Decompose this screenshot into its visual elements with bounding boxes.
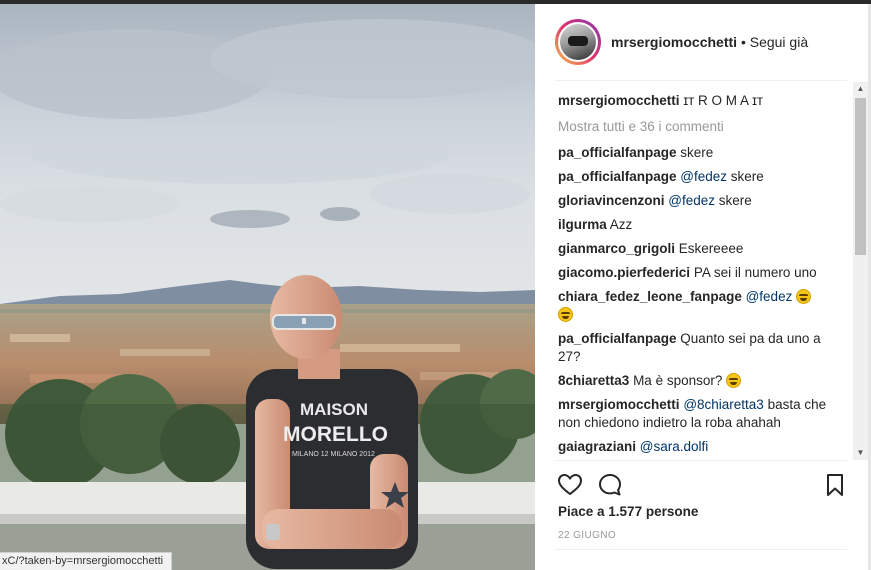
caption-text: ɪᴛ R O M A ɪᴛ: [683, 93, 764, 108]
comment-text: Ma è sponsor?: [633, 373, 723, 388]
comment-username[interactable]: pa_officialfanpage: [558, 145, 677, 160]
comment-username[interactable]: 8chiaretta3: [558, 373, 629, 388]
header-username[interactable]: mrsergiomocchetti: [611, 34, 737, 50]
comment-mention[interactable]: @8chiaretta3: [683, 397, 764, 412]
comment-row: gloriavincenzoni @fedez skere: [558, 192, 840, 210]
comment-bubble-icon[interactable]: [597, 472, 623, 498]
comment-text: skere: [730, 169, 764, 184]
comment-username[interactable]: gaiagraziani: [558, 439, 636, 454]
post-photo[interactable]: MAISON MORELLO MILANO 12 MILANO 2012: [0, 4, 535, 570]
comment-username[interactable]: gloriavincenzoni: [558, 193, 665, 208]
comment-row: ilgurma Azz: [558, 216, 840, 234]
load-more-comments-link[interactable]: Mostra tutti e 36 i commenti: [558, 118, 840, 136]
header-divider: [555, 80, 847, 81]
comment-username[interactable]: gianmarco_grigoli: [558, 241, 675, 256]
header-text: mrsergiomocchetti • Segui già: [611, 34, 808, 50]
comment-username[interactable]: ilgurma: [558, 217, 607, 232]
comment-username[interactable]: chiara_fedez_leone_fanpage: [558, 289, 742, 304]
caption: mrsergiomocchetti ɪᴛ R O M A ɪᴛ: [558, 92, 840, 110]
comment-mention[interactable]: @sara.dolfi: [640, 439, 708, 454]
likes-count[interactable]: Piace a 1.577 persone: [558, 504, 698, 519]
comment-username[interactable]: giacomo.pierfederici: [558, 265, 690, 280]
scroll-up-arrow-icon[interactable]: ▲: [853, 82, 868, 96]
post-header: mrsergiomocchetti • Segui già: [555, 16, 847, 68]
comment-username[interactable]: mrsergiomocchetti: [558, 397, 680, 412]
comment-text: PA sei il numero uno: [693, 265, 817, 280]
comment-row: pa_officialfanpage @fedez skere: [558, 168, 840, 186]
grimacing-face-emoji-icon: [726, 373, 742, 388]
comment-row: mrsergiomocchetti @8chiaretta3 basta che…: [558, 396, 840, 432]
scroll-thumb[interactable]: [855, 98, 866, 255]
comments-scrollbar[interactable]: ▲ ▼: [853, 82, 868, 460]
comments-list: mrsergiomocchetti ɪᴛ R O M A ɪᴛ Mostra t…: [558, 92, 840, 456]
comment-row: giacomo.pierfederici PA sei il numero un…: [558, 264, 840, 282]
avatar[interactable]: [560, 24, 596, 60]
caption-username[interactable]: mrsergiomocchetti: [558, 93, 680, 108]
comment-mention[interactable]: @fedez: [746, 289, 793, 304]
comment-row: 8chiaretta3 Ma è sponsor?: [558, 372, 840, 390]
scroll-down-arrow-icon[interactable]: ▼: [853, 446, 868, 460]
header-separator: •: [740, 34, 746, 50]
comment-username[interactable]: pa_officialfanpage: [558, 169, 677, 184]
grimacing-face-emoji-icon: [558, 307, 573, 322]
comment-text: skere: [680, 145, 714, 160]
browser-status-url: xC/?taken-by=mrsergiomocchetti: [0, 552, 173, 570]
comment-mention[interactable]: @fedez: [668, 193, 715, 208]
comment-mention[interactable]: @fedez: [680, 169, 727, 184]
comment-row: gaiagraziani @sara.dolfi: [558, 438, 840, 456]
grimacing-face-emoji-icon: [796, 289, 812, 304]
comment-row: pa_officialfanpage Quanto sei pa da uno …: [558, 330, 840, 366]
post-side-panel: mrsergiomocchetti • Segui già mrsergiomo…: [535, 4, 871, 570]
heart-icon[interactable]: [557, 472, 583, 498]
rome-panorama-photo: MAISON MORELLO MILANO 12 MILANO 2012: [0, 4, 535, 570]
comment-row: gianmarco_grigoli Eskereeee: [558, 240, 840, 258]
actions-divider: [555, 460, 847, 461]
bookmark-icon[interactable]: [822, 472, 848, 498]
comment-row: chiara_fedez_leone_fanpage @fedez: [558, 288, 840, 324]
shirt-print-line1: MAISON: [300, 400, 368, 419]
avatar-story-ring[interactable]: [555, 19, 601, 65]
post-actions: [557, 472, 849, 498]
comment-text: skere: [718, 193, 752, 208]
bottom-divider: [555, 549, 847, 550]
post-date[interactable]: 22 GIUGNO: [558, 530, 616, 541]
shirt-print-line3: MILANO 12 MILANO 2012: [292, 451, 375, 458]
comment-username[interactable]: pa_officialfanpage: [558, 331, 677, 346]
comment-text: Eskereeee: [678, 241, 744, 256]
shirt-print-line2: MORELLO: [283, 423, 388, 446]
follow-status[interactable]: Segui già: [750, 34, 808, 50]
comment-text: Azz: [609, 217, 633, 232]
comment-row: pa_officialfanpage skere: [558, 144, 840, 162]
